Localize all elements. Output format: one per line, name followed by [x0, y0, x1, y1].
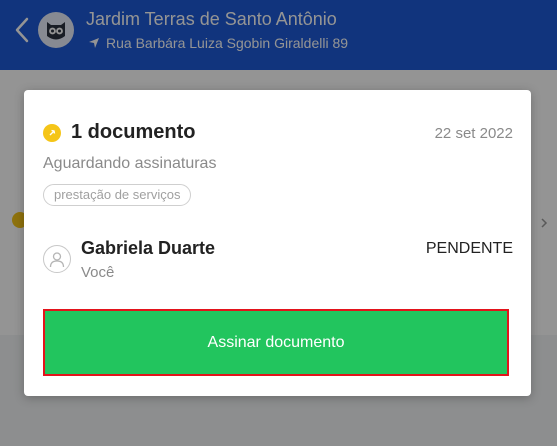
signer-name: Gabriela Duarte [81, 238, 216, 258]
document-date: 22 set 2022 [434, 125, 513, 142]
signer-role: Você [81, 264, 115, 281]
document-coin-icon [43, 124, 61, 142]
user-avatar-icon [43, 245, 71, 273]
document-title: 1 documento [71, 121, 196, 143]
signer-status: PENDENTE [425, 240, 513, 257]
document-tag: prestação de serviços [43, 184, 192, 206]
sign-document-button[interactable]: Assinar documento [43, 309, 509, 376]
document-status: Aguardando assinaturas [43, 155, 217, 172]
document-modal: 1 documento 22 set 2022 Aguardando assin… [24, 90, 531, 396]
